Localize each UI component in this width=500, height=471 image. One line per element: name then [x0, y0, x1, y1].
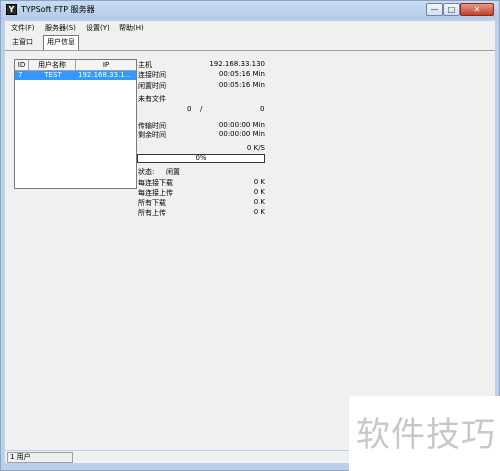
user-info-panel: ID 用户名称 IP 7 TEST 192.168.33.1... 主机 192… — [5, 50, 495, 450]
remaining-time-value: 00:00:00 Min — [218, 130, 265, 138]
menu-settings[interactable]: 设置(Y) — [86, 23, 110, 33]
transfer-time-value: 00:00:00 Min — [218, 121, 265, 129]
per-connection-upload-value: 0 K — [253, 188, 265, 196]
tab-main-window[interactable]: 主窗口 — [9, 36, 36, 49]
menu-server[interactable]: 服务器(S) — [45, 23, 76, 33]
transfer-speed: 0 K/S — [246, 144, 265, 152]
progress-text: 0% — [195, 154, 207, 162]
user-ip-cell: 192.168.33.1... — [78, 71, 132, 79]
files-done-count: 0 — [187, 105, 192, 113]
menu-help[interactable]: 帮助(H) — [119, 23, 144, 33]
user-row[interactable]: 7 TEST 192.168.33.1... — [15, 71, 136, 80]
column-id[interactable]: ID — [15, 60, 29, 70]
transfer-progress-bar: 0% — [137, 154, 265, 163]
connect-time-value: 00:05:16 Min — [218, 70, 265, 78]
user-list-header: ID 用户名称 IP — [15, 60, 136, 71]
user-list[interactable]: ID 用户名称 IP 7 TEST 192.168.33.1... — [14, 59, 137, 189]
title-bar[interactable]: Y TYPSoft FTP 服务器 — □ ✕ — [1, 1, 499, 19]
status-label: 状态: — [138, 168, 155, 176]
idle-time-value: 00:05:16 Min — [218, 81, 265, 89]
user-id-cell: 7 — [18, 71, 23, 79]
minimize-button[interactable]: — — [426, 3, 443, 16]
all-download-value: 0 K — [253, 198, 265, 206]
ftp-app-icon: Y — [6, 4, 17, 15]
host-value: 192.168.33.130 — [209, 60, 265, 68]
column-ip[interactable]: IP — [76, 60, 136, 70]
watermark-text: 软件技巧 — [356, 415, 496, 455]
maximize-button[interactable]: □ — [443, 3, 460, 16]
files-total-count: 0 — [260, 105, 265, 113]
column-user-name[interactable]: 用户名称 — [29, 60, 76, 70]
files-separator: / — [200, 105, 203, 113]
menu-file[interactable]: 文件(F) — [11, 23, 35, 33]
status-value: 闲置 — [166, 168, 180, 176]
close-button[interactable]: ✕ — [460, 3, 494, 16]
window-title: TYPSoft FTP 服务器 — [21, 5, 95, 14]
per-connection-download-value: 0 K — [253, 178, 265, 186]
no-file-label: 未有文件 — [138, 95, 166, 103]
tab-user-info[interactable]: 用户信息 — [43, 35, 79, 51]
tab-bar: 主窗口 用户信息 — [5, 33, 495, 51]
user-name-cell: TEST — [44, 71, 62, 79]
all-upload-value: 0 K — [253, 208, 265, 216]
user-count-status: 1 用户 — [7, 452, 73, 463]
menu-bar: 文件(F) 服务器(S) 设置(Y) 帮助(H) — [5, 21, 495, 33]
